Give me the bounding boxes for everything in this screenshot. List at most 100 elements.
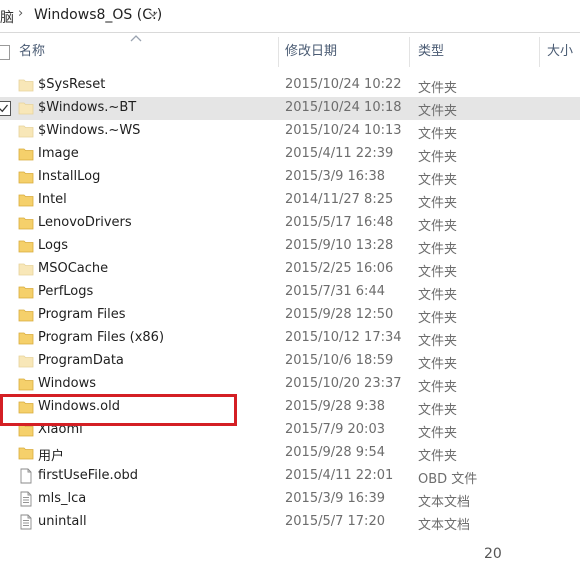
folder-icon <box>18 215 34 231</box>
file-modified-date: 2015/4/11 22:01 <box>285 468 394 483</box>
file-type: 文件夹 <box>418 265 458 280</box>
file-type: 文本文档 <box>418 495 471 510</box>
file-name: firstUseFile.obd <box>38 468 139 483</box>
file-name: $Windows.~WS <box>38 123 141 138</box>
file-type: 文件夹 <box>418 196 458 211</box>
folder-icon <box>18 192 34 208</box>
file-type: 文件夹 <box>418 357 458 372</box>
file-name: Logs <box>38 238 68 253</box>
file-modified-date: 2015/4/11 22:39 <box>285 146 394 161</box>
file-type: 文本文档 <box>418 518 471 533</box>
file-type: 文件夹 <box>418 449 458 464</box>
column-header-date[interactable]: 修改日期 <box>285 33 337 71</box>
file-row[interactable]: unintall 2015/5/7 17:20 文本文档 <box>0 511 580 534</box>
file-modified-date: 2015/5/7 17:20 <box>285 514 385 529</box>
file-row[interactable]: PerfLogs 2015/7/31 6:44 文件夹 <box>0 281 580 304</box>
file-type: 文件夹 <box>418 334 458 349</box>
file-modified-date: 2015/10/24 10:13 <box>285 123 402 138</box>
file-name: ProgramData <box>38 353 124 368</box>
column-header-size[interactable]: 大小 <box>547 33 573 71</box>
file-name: $Windows.~BT <box>38 100 137 115</box>
folder-icon <box>18 238 34 254</box>
file-type: 文件夹 <box>418 104 458 119</box>
file-row[interactable]: LenovoDrivers 2015/5/17 16:48 文件夹 <box>0 212 580 235</box>
file-type: 文件夹 <box>418 242 458 257</box>
file-row[interactable]: InstallLog 2015/3/9 16:38 文件夹 <box>0 166 580 189</box>
file-modified-date: 2015/9/10 13:28 <box>285 238 394 253</box>
file-modified-date: 2015/2/25 16:06 <box>285 261 394 276</box>
row-checkbox[interactable] <box>0 101 11 116</box>
file-modified-date: 2015/7/31 6:44 <box>285 284 385 299</box>
file-type: 文件夹 <box>418 311 458 326</box>
file-row[interactable]: Logs 2015/9/10 13:28 文件夹 <box>0 235 580 258</box>
file-type: 文件夹 <box>418 127 458 142</box>
file-row[interactable]: Intel 2014/11/27 8:25 文件夹 <box>0 189 580 212</box>
column-divider[interactable] <box>539 37 540 67</box>
file-name: Program Files <box>38 307 126 322</box>
file-modified-date: 2015/3/9 16:39 <box>285 491 385 506</box>
folder-icon <box>18 261 34 277</box>
select-all-checkbox[interactable] <box>0 45 10 60</box>
file-modified-date: 2015/9/28 9:54 <box>285 445 385 460</box>
file-name: unintall <box>38 514 87 529</box>
file-name: Image <box>38 146 79 161</box>
file-row[interactable]: mls_lca 2015/3/9 16:39 文本文档 <box>0 488 580 511</box>
file-row[interactable]: Image 2015/4/11 22:39 文件夹 <box>0 143 580 166</box>
file-explorer-window: { "breadcrumb": { "prefix": "脑", "separa… <box>0 0 580 576</box>
breadcrumb-drive[interactable]: Windows8_OS (C:) <box>34 7 162 23</box>
file-type: 文件夹 <box>418 219 458 234</box>
column-header-type[interactable]: 类型 <box>418 33 444 71</box>
file-modified-date: 2015/10/24 10:18 <box>285 100 402 115</box>
folder-icon <box>18 100 34 116</box>
highlight-annotation <box>0 394 237 426</box>
file-type: 文件夹 <box>418 426 458 441</box>
file-row[interactable]: $SysReset 2015/10/24 10:22 文件夹 <box>0 74 580 97</box>
column-divider[interactable] <box>409 37 410 67</box>
file-modified-date: 2015/3/9 16:38 <box>285 169 385 184</box>
file-row[interactable]: firstUseFile.obd 2015/4/11 22:01 OBD 文件 <box>0 465 580 488</box>
file-row[interactable]: 用户 2015/9/28 9:54 文件夹 <box>0 442 580 465</box>
file-row[interactable]: $Windows.~BT 2015/10/24 10:18 文件夹 <box>0 97 580 120</box>
file-modified-date: 2015/9/28 12:50 <box>285 307 394 322</box>
file-modified-date: 2015/9/28 9:38 <box>285 399 385 414</box>
file-name: $SysReset <box>38 77 106 92</box>
item-count: 20 <box>484 546 502 562</box>
file-row[interactable]: Windows 2015/10/20 23:37 文件夹 <box>0 373 580 396</box>
file-type: 文件夹 <box>418 81 458 96</box>
folder-icon <box>18 123 34 139</box>
file-name: Intel <box>38 192 67 207</box>
file-type: OBD 文件 <box>418 472 478 487</box>
file-modified-date: 2015/5/17 16:48 <box>285 215 394 230</box>
file-row[interactable]: ProgramData 2015/10/6 18:59 文件夹 <box>0 350 580 373</box>
file-modified-date: 2015/10/24 10:22 <box>285 77 402 92</box>
folder-icon <box>18 169 34 185</box>
column-divider[interactable] <box>278 37 279 67</box>
folder-icon <box>18 284 34 300</box>
file-row[interactable]: $Windows.~WS 2015/10/24 10:13 文件夹 <box>0 120 580 143</box>
file-row[interactable]: Program Files 2015/9/28 12:50 文件夹 <box>0 304 580 327</box>
breadcrumb-prefix[interactable]: 脑 <box>0 7 14 27</box>
folder-icon <box>18 376 34 392</box>
folder-icon <box>18 330 34 346</box>
file-type: 文件夹 <box>418 403 458 418</box>
address-bar[interactable]: 脑 › Windows8_OS (C:) <box>0 0 580 33</box>
chevron-right-icon[interactable]: › <box>18 6 23 21</box>
file-type: 文件夹 <box>418 288 458 303</box>
folder-icon <box>18 445 34 461</box>
folder-icon <box>18 77 34 93</box>
folder-icon <box>18 146 34 162</box>
file-name: Program Files (x86) <box>38 330 165 345</box>
file-type: 文件夹 <box>418 150 458 165</box>
folder-icon <box>18 307 34 323</box>
file-name: mls_lca <box>38 491 87 506</box>
file-name: 用户 <box>38 449 65 464</box>
file-icon <box>18 468 34 484</box>
file-modified-date: 2015/10/6 18:59 <box>285 353 394 368</box>
file-modified-date: 2015/7/9 20:03 <box>285 422 385 437</box>
file-row[interactable]: MSOCache 2015/2/25 16:06 文件夹 <box>0 258 580 281</box>
column-header-name[interactable]: 名称 <box>19 33 45 71</box>
chevron-down-icon[interactable] <box>148 9 158 19</box>
file-modified-date: 2015/10/20 23:37 <box>285 376 402 391</box>
file-row[interactable]: Program Files (x86) 2015/10/12 17:34 文件夹 <box>0 327 580 350</box>
file-name: MSOCache <box>38 261 109 276</box>
